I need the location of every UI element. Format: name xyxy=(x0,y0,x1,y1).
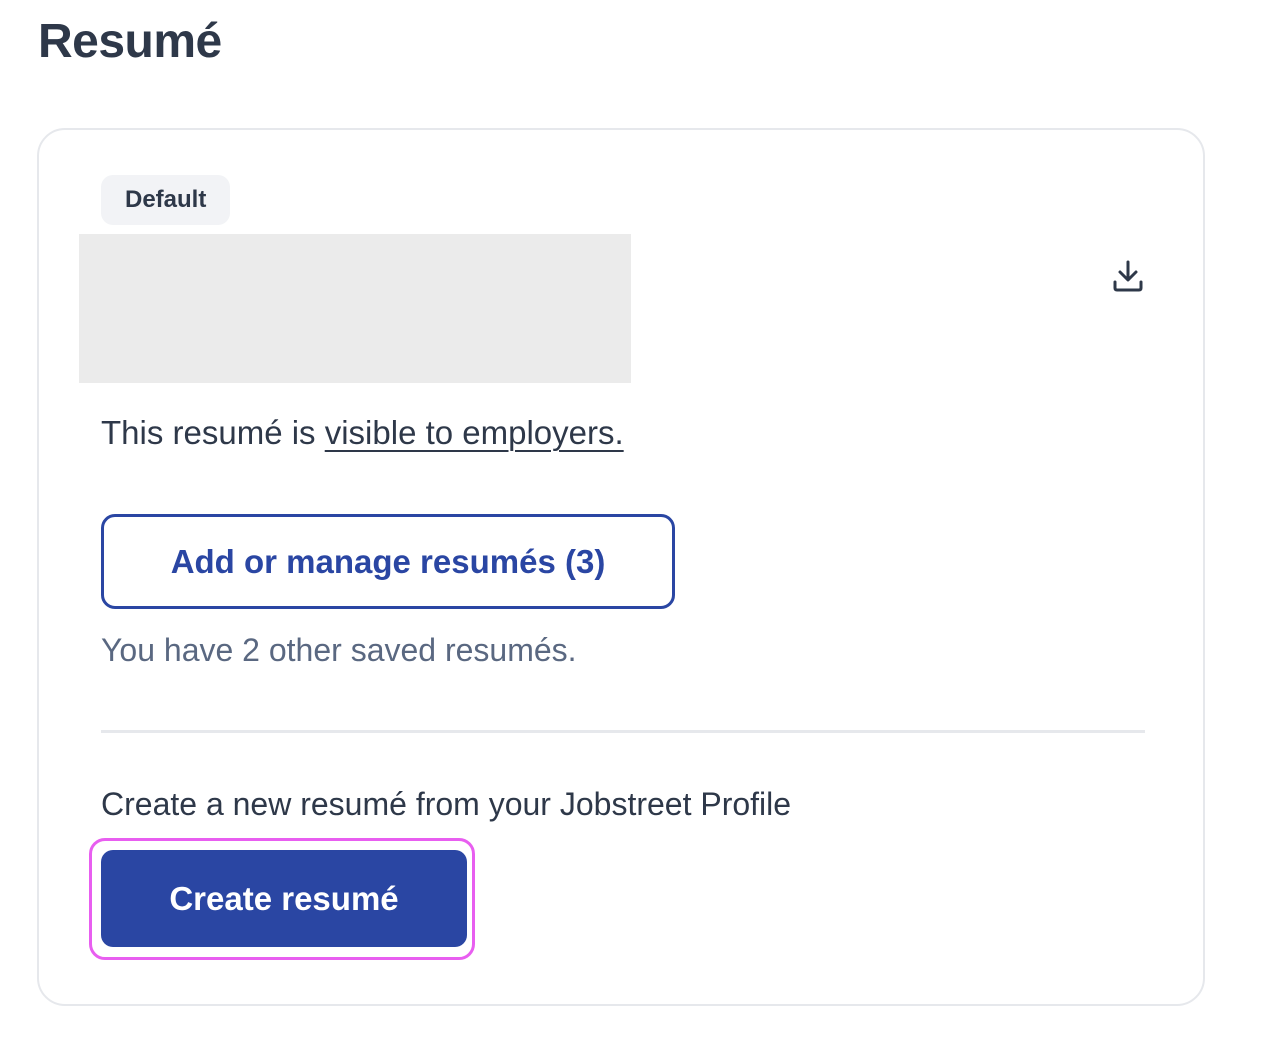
create-resume-prompt: Create a new resumé from your Jobstreet … xyxy=(101,786,792,822)
visibility-text: This resumé is visible to employers. xyxy=(101,414,624,452)
resume-preview-placeholder xyxy=(79,234,631,383)
visibility-prefix: This resumé is xyxy=(101,414,325,451)
resume-card: Default This resumé is visible to employ… xyxy=(37,128,1205,1006)
default-badge: Default xyxy=(101,175,231,225)
divider xyxy=(101,730,1145,733)
saved-resumes-text: You have 2 other saved resumés. xyxy=(101,632,577,668)
add-or-manage-resumes-button[interactable]: Add or manage resumés (3) xyxy=(101,514,675,609)
visible-to-employers-link[interactable]: visible to employers. xyxy=(325,414,624,451)
page-title: Resumé xyxy=(38,15,222,68)
create-resume-button[interactable]: Create resumé xyxy=(101,850,467,947)
download-icon[interactable] xyxy=(1111,258,1145,294)
